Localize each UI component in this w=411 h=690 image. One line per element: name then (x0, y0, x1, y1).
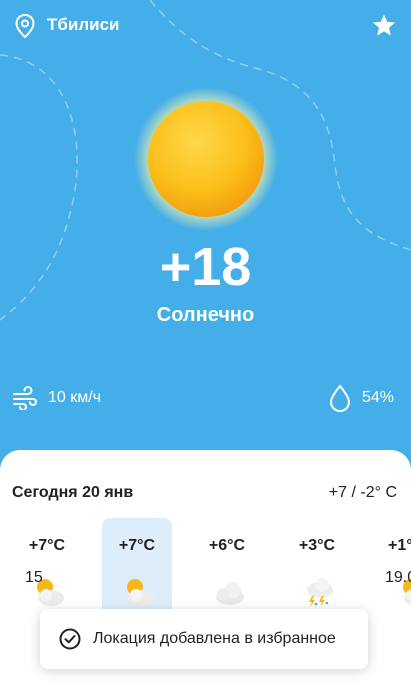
hour-temperature: +3°C (298, 537, 336, 554)
hour-temperature: +7°C (28, 537, 66, 554)
water-drop-icon (329, 384, 351, 412)
weather-condition: Солнечно (156, 304, 255, 326)
hour-time: 19.0 (385, 569, 411, 586)
hour-time: 15 (25, 569, 43, 586)
hour-temperature: +6°C (208, 537, 246, 554)
partly-cloudy-icon (127, 579, 154, 606)
star-icon[interactable] (371, 13, 397, 39)
current-temperature: +18 (159, 237, 252, 297)
hour-temperature: +1° (388, 537, 411, 554)
weather-hero: Тбилиси +18 Солнечно 10 км/ч 54% (0, 0, 411, 460)
wind-icon (13, 386, 37, 410)
favorite-added-toast: Локация добавлена в избранное (40, 609, 368, 669)
humidity-value: 54% (362, 389, 395, 406)
today-date-label: Сегодня 20 янв (12, 484, 134, 501)
top-bar: Тбилиси (0, 0, 411, 52)
location-pin-icon (15, 13, 35, 39)
sun-icon (134, 87, 278, 231)
check-circle-icon (59, 628, 81, 650)
cloud-icon (216, 582, 244, 605)
today-temperature-range: +7 / -2° C (328, 484, 397, 501)
toast-message: Локация добавлена в избранное (93, 630, 336, 647)
city-name[interactable]: Тбилиси (47, 15, 120, 35)
thunderstorm-icon (307, 578, 333, 607)
hour-temperature: +7°C (118, 537, 156, 554)
wind-speed: 10 км/ч (48, 389, 102, 406)
